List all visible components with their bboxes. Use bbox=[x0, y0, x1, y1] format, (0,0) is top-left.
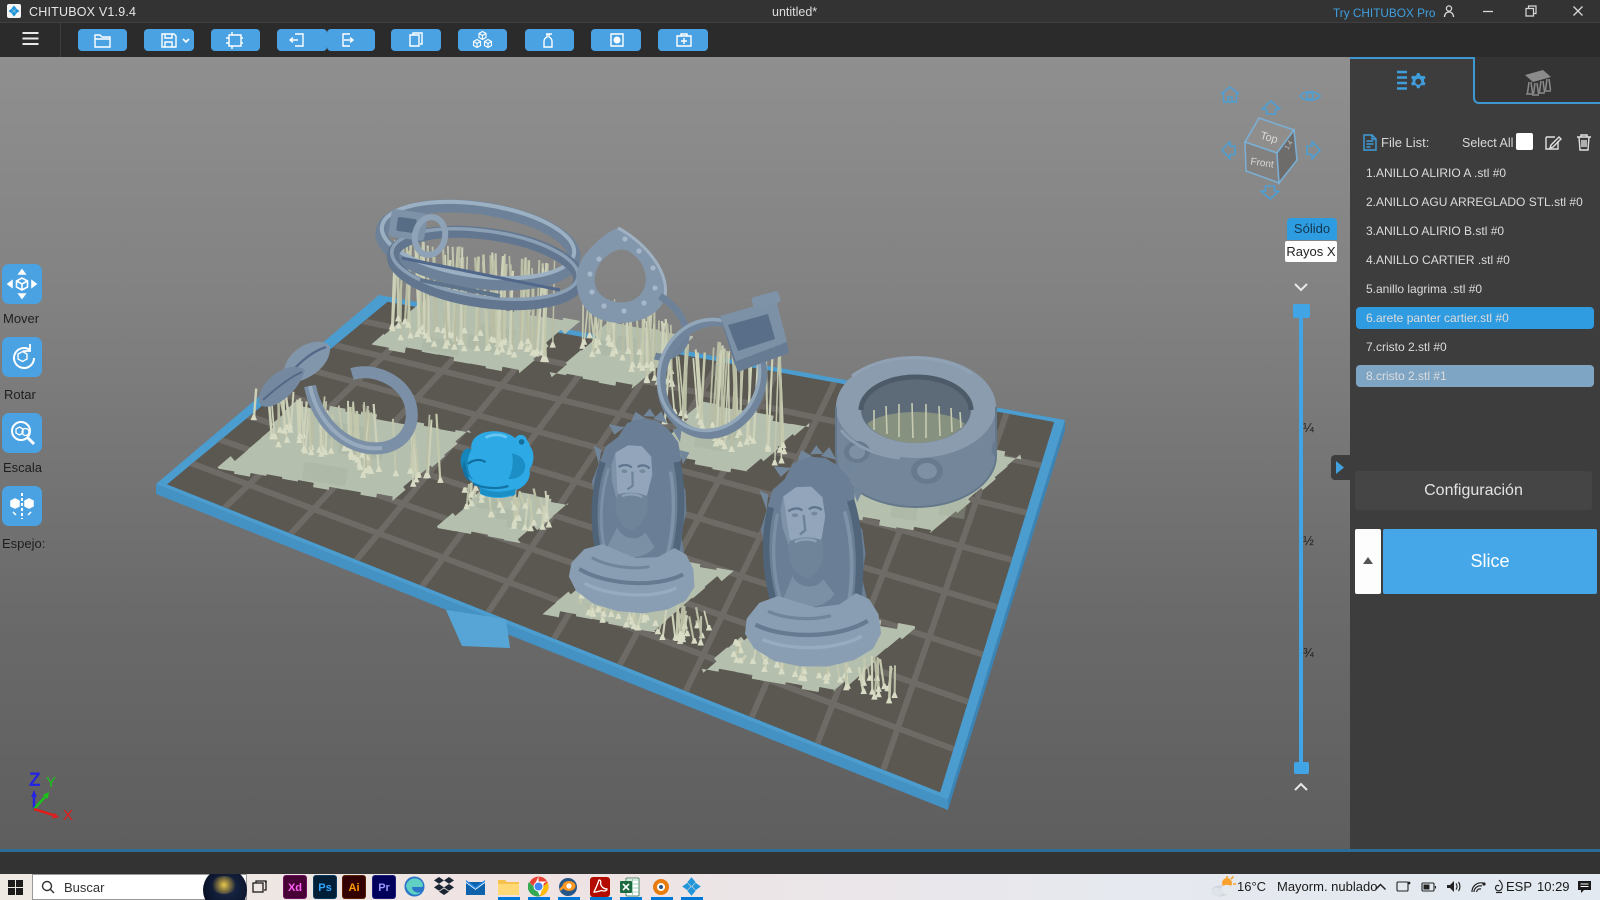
svg-text:Z: Z bbox=[29, 770, 41, 791]
svg-text:X: X bbox=[63, 807, 73, 824]
svg-text:Y: Y bbox=[46, 774, 56, 791]
